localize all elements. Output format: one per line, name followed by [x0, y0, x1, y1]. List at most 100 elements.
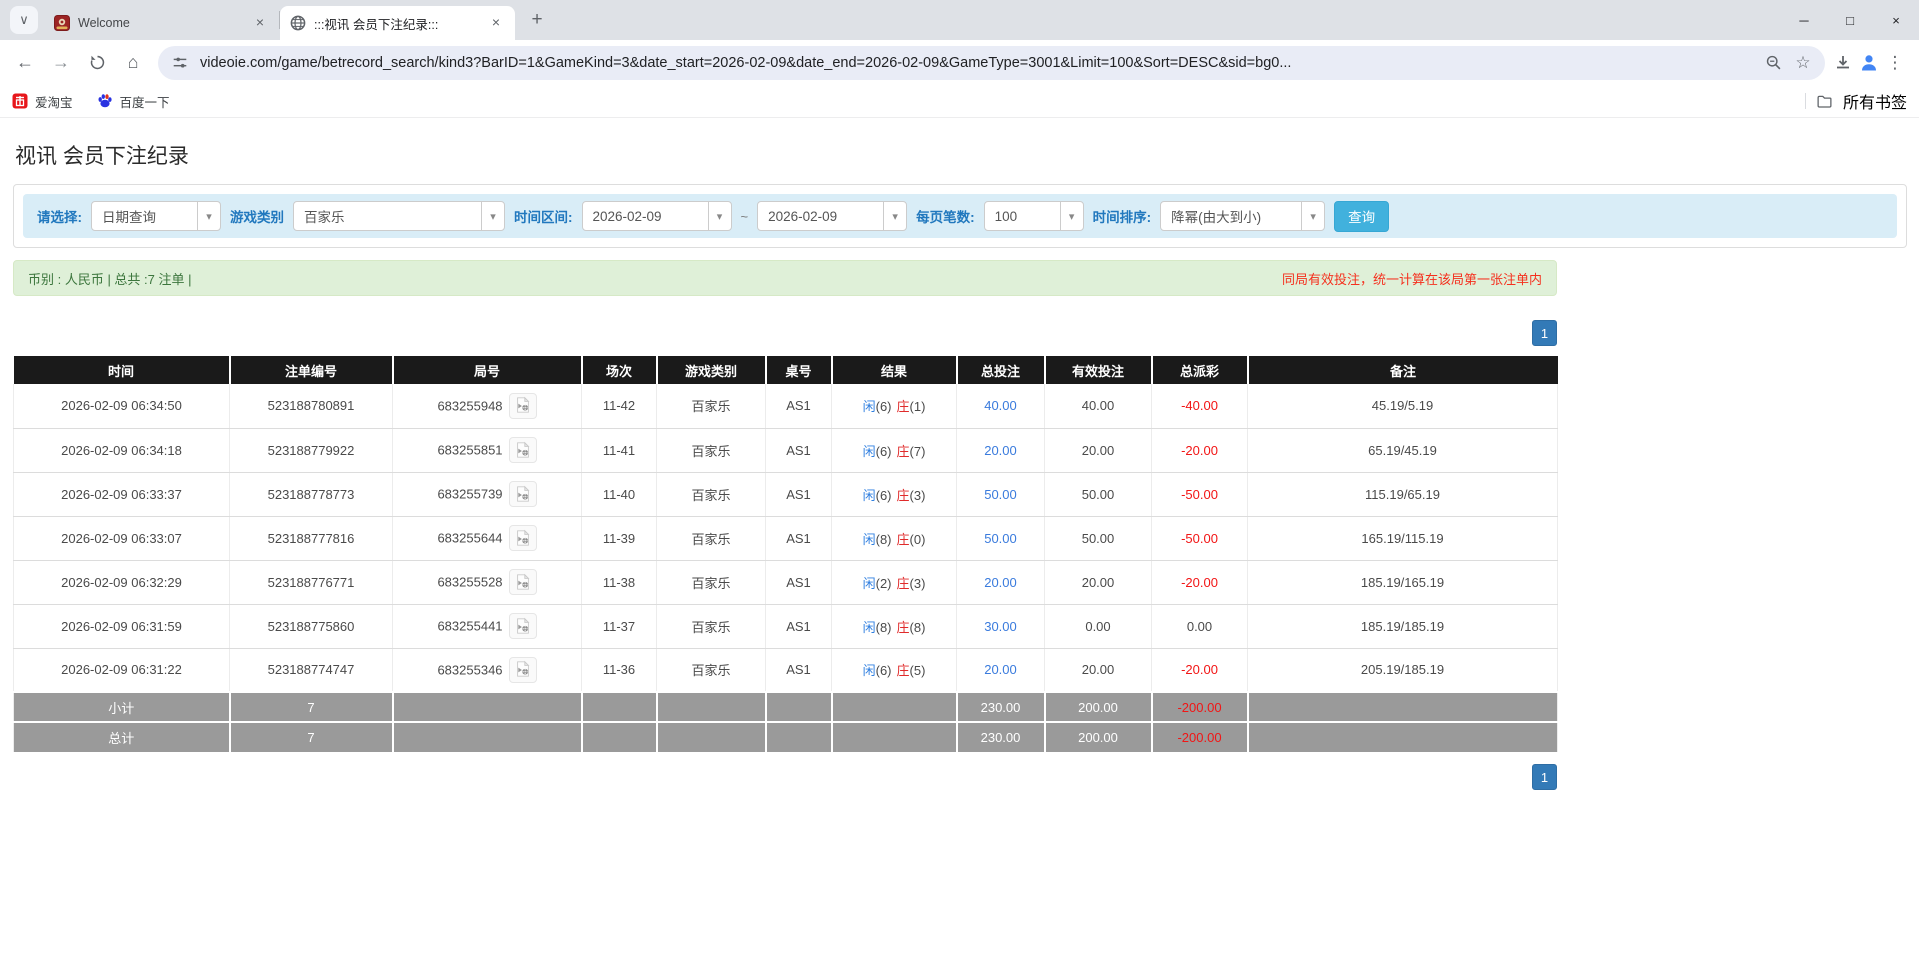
query-type-select[interactable]: 日期查询 ▾	[91, 201, 221, 231]
bet-id-cell: 523188777816	[229, 516, 393, 561]
reload-button[interactable]	[80, 46, 114, 80]
page-1-button[interactable]: 1	[1532, 764, 1557, 790]
table-header-cell: 场次	[581, 356, 658, 384]
zoom-icon[interactable]	[1763, 53, 1783, 73]
game-kind-cell: 百家乐	[656, 604, 766, 649]
all-bookmarks-label: 所有书签	[1842, 95, 1907, 112]
chevron-down-icon: ▾	[197, 202, 220, 230]
table-header-cell: 时间	[13, 356, 231, 384]
player-result: 闲	[862, 487, 876, 503]
downloads-icon[interactable]	[1833, 53, 1853, 73]
date-end-select[interactable]: 2026-02-09 ▾	[757, 201, 908, 231]
menu-icon[interactable]: ⋮	[1885, 53, 1905, 73]
total-label: 总计	[13, 721, 231, 752]
reload-icon	[90, 55, 104, 70]
banker-result: 庄	[896, 619, 910, 635]
game-kind-cell: 百家乐	[656, 560, 766, 605]
total-bet-cell: 20.00	[956, 560, 1045, 605]
address-bar[interactable]: videoie.com/game/betrecord_search/kind3?…	[158, 45, 1825, 80]
tab-close-icon[interactable]: ×	[251, 14, 269, 32]
home-button[interactable]: ⌂	[116, 46, 150, 80]
payout-cell: -50.00	[1151, 516, 1248, 561]
table-row: 2026-02-09 06:34:50 523188780891 6832559…	[13, 384, 1558, 429]
valid-bet-cell: 20.00	[1044, 428, 1152, 473]
round-cell: 683255644	[392, 516, 582, 561]
date-range-label: 时间区间:	[514, 210, 573, 225]
forward-button[interactable]: →	[44, 46, 78, 80]
round-id: 683255346	[437, 662, 503, 678]
all-bookmarks[interactable]: 所有书签	[1804, 89, 1907, 113]
bookmarks-divider	[1804, 93, 1806, 109]
banker-result: 庄	[896, 443, 910, 459]
video-replay-button[interactable]	[508, 613, 537, 639]
folder-icon	[1817, 95, 1832, 108]
totals-section: 小计 7 230.00 200.00 -200.00 总计 7 230.00 2…	[13, 691, 1558, 752]
payout-cell: -20.00	[1151, 428, 1248, 473]
banker-result: 庄	[896, 663, 910, 679]
video-file-icon	[516, 617, 530, 634]
per-page-label: 每页笔数:	[916, 210, 975, 225]
video-replay-button[interactable]	[508, 437, 537, 463]
round-id: 683255644	[437, 530, 503, 546]
valid-bet-cell: 0.00	[1044, 604, 1152, 649]
tab-welcome[interactable]: Welcome ×	[44, 6, 279, 40]
tab-search-button[interactable]: ∨	[10, 6, 38, 34]
bookmark-star-icon[interactable]: ☆	[1793, 53, 1813, 73]
video-replay-button[interactable]	[508, 569, 537, 595]
video-file-icon	[516, 396, 530, 413]
table-no-cell: AS1	[765, 472, 832, 517]
time-cell: 2026-02-09 06:33:37	[13, 472, 230, 517]
pagination-top: 1	[13, 320, 1557, 346]
video-replay-button[interactable]	[508, 525, 537, 551]
table-no-cell: AS1	[765, 604, 832, 649]
round-cell: 683255948	[392, 384, 582, 429]
new-tab-button[interactable]: +	[523, 6, 551, 34]
video-replay-button[interactable]	[508, 481, 537, 507]
player-result: 闲	[862, 443, 876, 459]
remark-cell: 115.19/65.19	[1247, 472, 1558, 517]
total-valid-bet: 200.00	[1044, 721, 1153, 752]
site-info-icon[interactable]	[170, 53, 190, 73]
time-cell: 2026-02-09 06:32:29	[13, 560, 230, 605]
window-controls: ─ □ ×	[1781, 0, 1919, 40]
table-header-cell: 结果	[831, 356, 958, 384]
pagination-bottom: 1	[13, 764, 1557, 790]
bookmark-taobao[interactable]: 爱淘宝	[12, 92, 73, 111]
video-file-icon	[516, 573, 530, 590]
chevron-down-icon: ▾	[1059, 202, 1083, 230]
tab-betrecord[interactable]: :::视讯 会员下注纪录::: ×	[280, 6, 515, 40]
per-page-select[interactable]: 100 ▾	[983, 201, 1084, 231]
select-label: 请选择:	[37, 210, 82, 225]
payout-cell: -20.00	[1151, 648, 1248, 693]
tab-close-icon[interactable]: ×	[487, 14, 505, 32]
close-button[interactable]: ×	[1873, 0, 1919, 40]
session-cell: 11-40	[581, 472, 657, 517]
search-button[interactable]: 查询	[1334, 200, 1390, 232]
page-1-button[interactable]: 1	[1532, 320, 1557, 346]
game-kind-cell: 百家乐	[656, 516, 766, 561]
profile-icon[interactable]	[1859, 53, 1879, 73]
result-cell: 闲(8) 庄(8)	[831, 604, 957, 649]
video-replay-button[interactable]	[508, 656, 537, 683]
payout-cell: 0.00	[1151, 604, 1248, 649]
round-cell: 683255851	[392, 428, 582, 473]
video-replay-button[interactable]	[508, 392, 537, 419]
payout-cell: -20.00	[1151, 560, 1248, 605]
game-kind-select[interactable]: 百家乐 ▾	[293, 201, 505, 231]
bookmark-baidu[interactable]: 百度一下	[97, 92, 170, 111]
result-cell: 闲(6) 庄(5)	[831, 648, 957, 693]
date-start-select[interactable]: 2026-02-09 ▾	[581, 201, 732, 231]
minimize-button[interactable]: ─	[1781, 0, 1827, 40]
back-button[interactable]: ←	[8, 46, 42, 80]
sort-select[interactable]: 降幂(由大到小) ▾	[1160, 201, 1326, 231]
video-file-icon	[516, 485, 530, 502]
table-row: 2026-02-09 06:33:07 523188777816 6832556…	[13, 516, 1558, 561]
maximize-button[interactable]: □	[1827, 0, 1873, 40]
round-cell: 683255739	[392, 472, 582, 517]
table-header-row: 时间 注单编号 局号 场次 游戏类别 桌号 结果 总投注 有效投注 总派彩 备注	[13, 356, 1558, 384]
remark-cell: 185.19/165.19	[1247, 560, 1558, 605]
table-header-cell: 总派彩	[1151, 356, 1249, 384]
welcome-tab-favicon	[54, 15, 70, 31]
session-cell: 11-38	[581, 560, 657, 605]
round-cell: 683255528	[392, 560, 582, 605]
